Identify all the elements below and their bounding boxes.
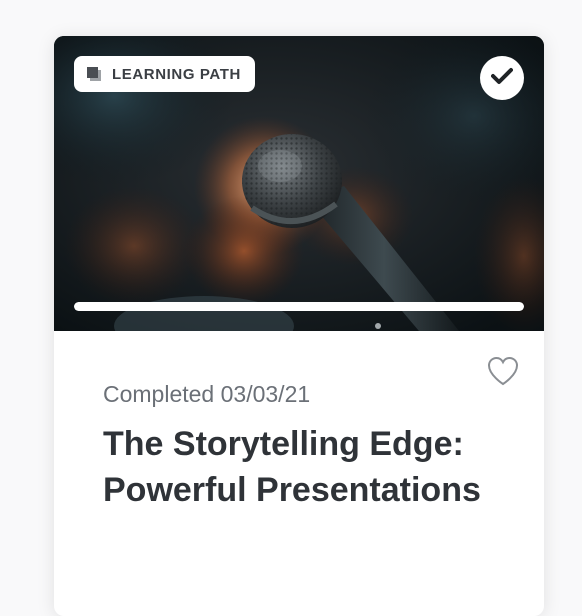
course-hero-image[interactable]: LEARNING PATH [54,36,544,331]
favorite-button[interactable] [486,355,520,387]
progress-bar-fill [74,302,524,311]
course-title[interactable]: The Storytelling Edge: Powerful Presenta… [103,421,503,513]
course-card[interactable]: LEARNING PATH Completed 03/03/21 The Sto… [54,36,544,616]
progress-bar [74,302,524,311]
heart-outline-icon [486,356,520,391]
learning-path-badge: LEARNING PATH [74,56,255,92]
layers-icon [86,66,102,82]
completion-status: Completed 03/03/21 [103,381,311,407]
completed-badge [480,56,524,100]
badge-label: LEARNING PATH [112,65,241,83]
check-icon [491,67,513,90]
